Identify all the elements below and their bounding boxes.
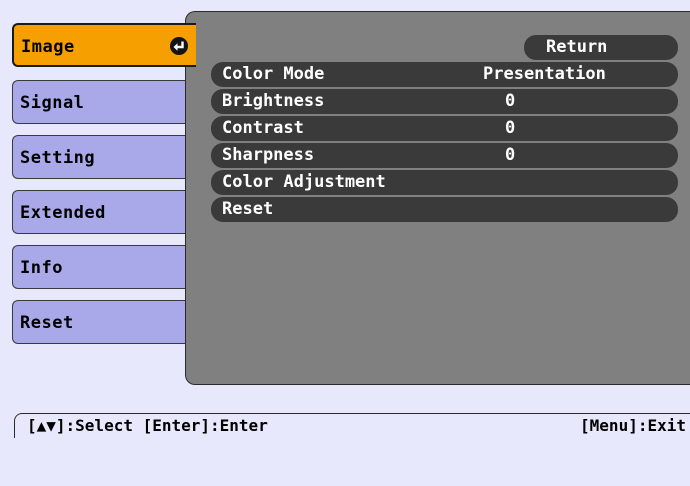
enter-return-icon (170, 37, 188, 55)
row-label: Color Mode (222, 64, 325, 84)
sidebar-item-label: Extended (20, 203, 106, 223)
sidebar-item-reset[interactable]: Reset (12, 300, 196, 344)
sidebar-item-label: Setting (20, 148, 96, 168)
menu-row-color-mode[interactable]: Color Mode Presentation (211, 62, 678, 87)
menu-row-sharpness[interactable]: Sharpness 0 (211, 143, 678, 168)
row-label: Reset (222, 199, 274, 219)
row-value: Presentation (483, 64, 606, 84)
menu-row-brightness[interactable]: Brightness 0 (211, 89, 678, 114)
return-button[interactable]: Return (524, 35, 678, 60)
return-button-label: Return (546, 37, 608, 57)
sidebar-item-label: Info (20, 258, 63, 278)
sidebar-item-label: Signal (20, 93, 85, 113)
menu-row-contrast[interactable]: Contrast 0 (211, 116, 678, 141)
menu-row-color-adjustment[interactable]: Color Adjustment (211, 170, 678, 195)
sidebar-item-label: Image (21, 37, 75, 57)
row-label: Color Adjustment (222, 172, 386, 192)
row-label: Brightness (222, 91, 325, 111)
sidebar-item-image[interactable]: Image (12, 23, 196, 67)
sidebar-item-label: Reset (20, 313, 74, 333)
row-label: Sharpness (222, 145, 315, 165)
row-value: 0 (505, 145, 516, 165)
help-bar: [▲▼]:Select [Enter]:Enter [Menu]:Exit (14, 413, 690, 438)
row-value: 0 (505, 91, 516, 111)
menu-row-reset[interactable]: Reset (211, 197, 678, 222)
sidebar-item-info[interactable]: Info (12, 245, 196, 289)
sidebar-item-setting[interactable]: Setting (12, 135, 196, 179)
sidebar-item-extended[interactable]: Extended (12, 190, 196, 234)
row-value: 0 (505, 118, 516, 138)
help-exit: [Menu]:Exit (580, 416, 686, 435)
row-label: Contrast (222, 118, 304, 138)
sidebar-item-signal[interactable]: Signal (12, 80, 196, 124)
help-select-enter: [▲▼]:Select [Enter]:Enter (27, 416, 268, 435)
